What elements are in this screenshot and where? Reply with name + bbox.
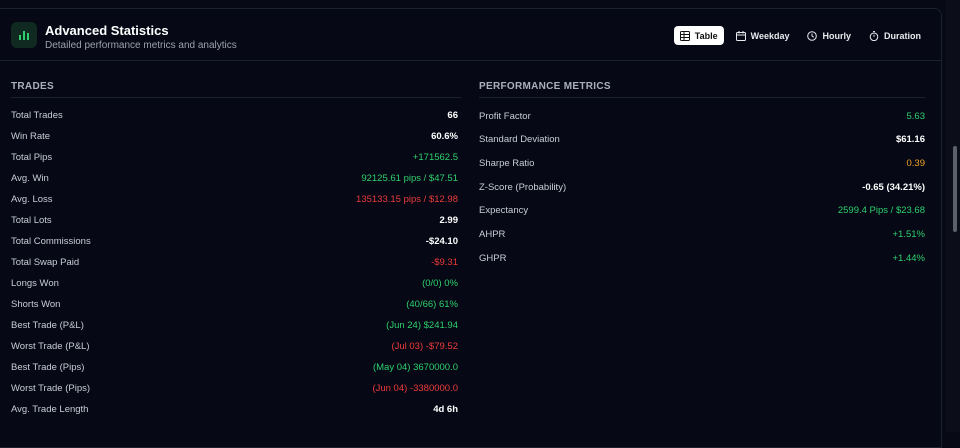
view-tabs: Table Weekday Hourly Duration — [673, 26, 927, 45]
performance-stat-row: AHPR +1.51% — [479, 228, 925, 242]
trade-stat-row: Best Trade (Pips) (May 04) 3670000.0 — [11, 360, 458, 374]
trade-stat-row: Total Trades 66 — [11, 108, 458, 122]
performance-stat-label: Standard Deviation — [479, 134, 560, 146]
trade-stat-value: 60.6% — [431, 130, 458, 142]
performance-stat-label: AHPR — [479, 229, 506, 240]
tab-hourly-label: Hourly — [822, 30, 851, 41]
trade-stat-row: Total Swap Paid -$9.31 — [11, 255, 458, 269]
trade-stat-value: 2.99 — [439, 214, 459, 226]
trade-stat-row: Worst Trade (P&L) (Jul 03) -$79.52 — [11, 339, 458, 353]
performance-stat-value: -0.65 (34.21%) — [862, 181, 925, 193]
trade-stat-label: Total Trades — [11, 109, 63, 121]
trade-stat-value: +171562.5 — [412, 151, 458, 163]
performance-section-title: PERFORMANCE METRICS — [479, 81, 611, 92]
tab-table-label: Table — [694, 30, 718, 41]
page-scrollbar[interactable] — [946, 0, 960, 432]
trade-stat-value: -$9.31 — [431, 256, 458, 268]
stopwatch-icon — [869, 30, 879, 41]
scrollbar-thumb[interactable] — [953, 146, 957, 232]
trade-stat-label: Worst Trade (P&L) — [11, 340, 90, 352]
trades-section-title: TRADES — [11, 81, 54, 92]
trade-stat-label: Longs Won — [11, 277, 59, 289]
performance-divider — [479, 97, 925, 98]
trade-stat-row: Total Pips +171562.5 — [11, 150, 458, 164]
performance-stat-label: Z-Score (Probability) — [479, 181, 567, 193]
trade-stat-row: Longs Won (0/0) 0% — [11, 276, 458, 290]
trade-stat-label: Avg. Loss — [11, 193, 53, 205]
trade-stat-label: Best Trade (Pips) — [11, 361, 85, 373]
trade-stat-label: Worst Trade (Pips) — [11, 382, 91, 394]
performance-stat-value: +1.51% — [892, 229, 926, 240]
performance-stat-row: GHPR +1.44% — [479, 251, 925, 265]
trade-stat-value: -$24.10 — [425, 235, 458, 247]
performance-stat-row: Standard Deviation $61.16 — [479, 133, 925, 147]
trade-stat-label: Win Rate — [11, 130, 51, 142]
trade-stat-row: Best Trade (P&L) (Jun 24) $241.94 — [11, 318, 458, 332]
trade-stat-row: Avg. Trade Length 4d 6h — [11, 402, 458, 416]
trade-stat-value: 66 — [447, 109, 458, 121]
calendar-icon — [735, 30, 746, 41]
trade-stat-value: (Jun 24) $241.94 — [386, 319, 458, 331]
trade-stat-row: Avg. Loss 135133.15 pips / $12.98 — [11, 192, 458, 206]
trade-stat-value: 135133.15 pips / $12.98 — [356, 193, 458, 205]
trade-stat-row: Total Commissions -$24.10 — [11, 234, 458, 248]
trade-stat-row: Avg. Win 92125.61 pips / $47.51 — [11, 171, 458, 185]
performance-stat-value: 0.39 — [906, 157, 926, 169]
performance-stat-value: 2599.4 Pips / $23.68 — [837, 205, 925, 217]
tab-table[interactable]: Table — [673, 26, 724, 45]
tab-weekday[interactable]: Weekday — [730, 26, 796, 45]
performance-stat-label: GHPR — [479, 252, 507, 264]
trade-stat-label: Total Pips — [11, 151, 53, 163]
trade-stat-value: (Jul 03) -$79.52 — [391, 340, 458, 352]
tab-weekday-label: Weekday — [750, 30, 790, 41]
tab-duration[interactable]: Duration — [863, 26, 927, 45]
performance-stat-value: 5.63 — [906, 110, 926, 122]
trades-divider — [11, 97, 461, 98]
performance-stat-row: Expectancy 2599.4 Pips / $23.68 — [479, 204, 925, 218]
clock-icon — [807, 30, 818, 41]
advanced-statistics-card: Advanced Statistics Detailed performance… — [0, 8, 942, 448]
page-subtitle: Detailed performance metrics and analyti… — [45, 40, 237, 51]
trade-stat-value: 92125.61 pips / $47.51 — [361, 172, 458, 184]
table-icon — [679, 30, 690, 41]
card-header: Advanced Statistics Detailed performance… — [0, 9, 941, 61]
performance-stat-value: +1.44% — [892, 252, 926, 264]
performance-stat-value: $61.16 — [895, 134, 925, 146]
performance-stat-row: Profit Factor 5.63 — [479, 109, 925, 123]
trade-stat-row: Worst Trade (Pips) (Jun 04) -3380000.0 — [11, 381, 458, 395]
trade-stat-value: (0/0) 0% — [422, 277, 458, 289]
trade-stat-label: Total Swap Paid — [11, 256, 80, 268]
trade-stat-label: Total Commissions — [11, 235, 91, 247]
performance-stat-label: Sharpe Ratio — [479, 157, 535, 169]
trade-stat-label: Total Lots — [11, 214, 52, 226]
performance-stat-label: Expectancy — [479, 205, 529, 217]
trade-stat-label: Avg. Trade Length — [11, 403, 89, 415]
performance-stat-row: Z-Score (Probability) -0.65 (34.21%) — [479, 180, 925, 194]
tab-duration-label: Duration — [884, 30, 921, 41]
trade-stat-value: (40/66) 61% — [406, 298, 458, 310]
trade-stat-value: (Jun 04) -3380000.0 — [372, 382, 458, 394]
trade-stat-row: Total Lots 2.99 — [11, 213, 458, 227]
trade-stat-value: (May 04) 3670000.0 — [372, 361, 458, 373]
page-title: Advanced Statistics — [45, 23, 169, 38]
trade-stat-row: Shorts Won (40/66) 61% — [11, 297, 458, 311]
trade-stat-label: Best Trade (P&L) — [11, 319, 84, 331]
bar-chart-icon — [11, 22, 37, 48]
performance-stat-label: Profit Factor — [479, 110, 531, 122]
trade-stat-value: 4d 6h — [433, 403, 458, 415]
tab-hourly[interactable]: Hourly — [801, 26, 857, 45]
trade-stat-label: Shorts Won — [11, 298, 61, 310]
performance-stat-row: Sharpe Ratio 0.39 — [479, 156, 925, 170]
trade-stat-label: Avg. Win — [11, 172, 49, 184]
trade-stat-row: Win Rate 60.6% — [11, 129, 458, 143]
